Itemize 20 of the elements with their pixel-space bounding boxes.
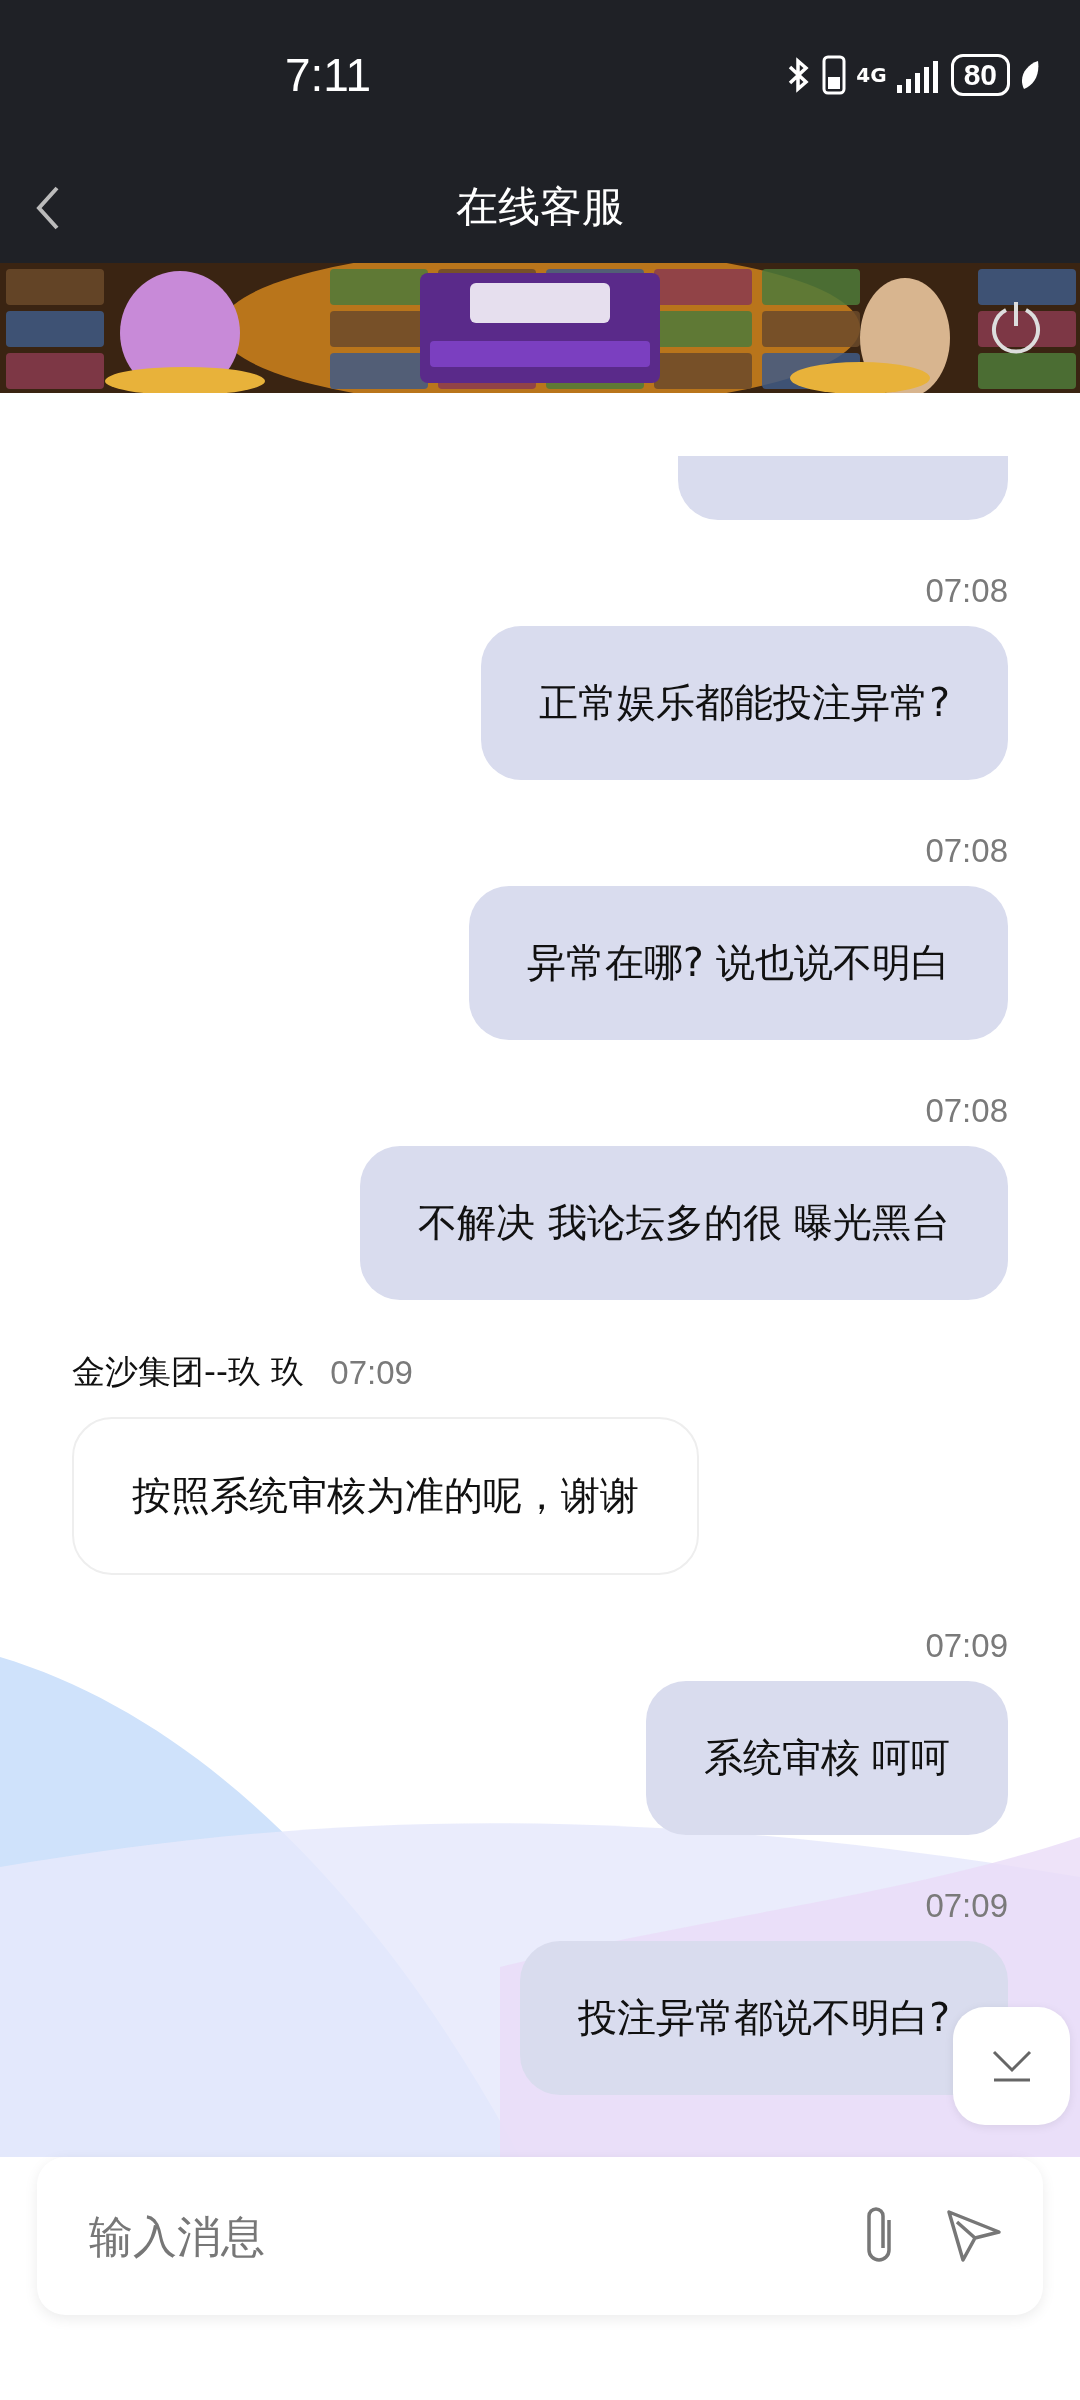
message-bubble: 正常娱乐都能投注异常? [481, 626, 1008, 780]
message-bubble: 系统审核 呵呵 [645, 1681, 1008, 1835]
battery-level: 80 [950, 54, 1010, 96]
message-bubble: 不解决 我论坛多的很 曝光黑台 [360, 1146, 1008, 1300]
phone-icon [822, 55, 847, 95]
message-input-field[interactable]: 输入消息 [87, 2209, 819, 2263]
status-time: 7:11 [285, 48, 372, 102]
message-bubble: 异常在哪? 说也说不明白 [468, 886, 1008, 1040]
message-time: 07:09 [925, 1627, 1008, 1664]
network-type: 4G [856, 65, 887, 85]
message-time: 07:09 [330, 1353, 413, 1391]
page-title: 在线客服 [456, 180, 624, 233]
sender-name: 金沙集团--玖 玖 [72, 1350, 305, 1393]
leaf-icon [1020, 59, 1040, 91]
message-time: 07:08 [925, 832, 1008, 869]
message-bubble: 投注异常都说不明白? [520, 1941, 1008, 2095]
message-time: 07:08 [925, 1092, 1008, 1129]
message-bubble: 按照系统审核为准的呢，谢谢 [72, 1417, 699, 1575]
message-time: 07:09 [925, 1887, 1008, 1924]
message-time: 07:08 [925, 572, 1008, 609]
